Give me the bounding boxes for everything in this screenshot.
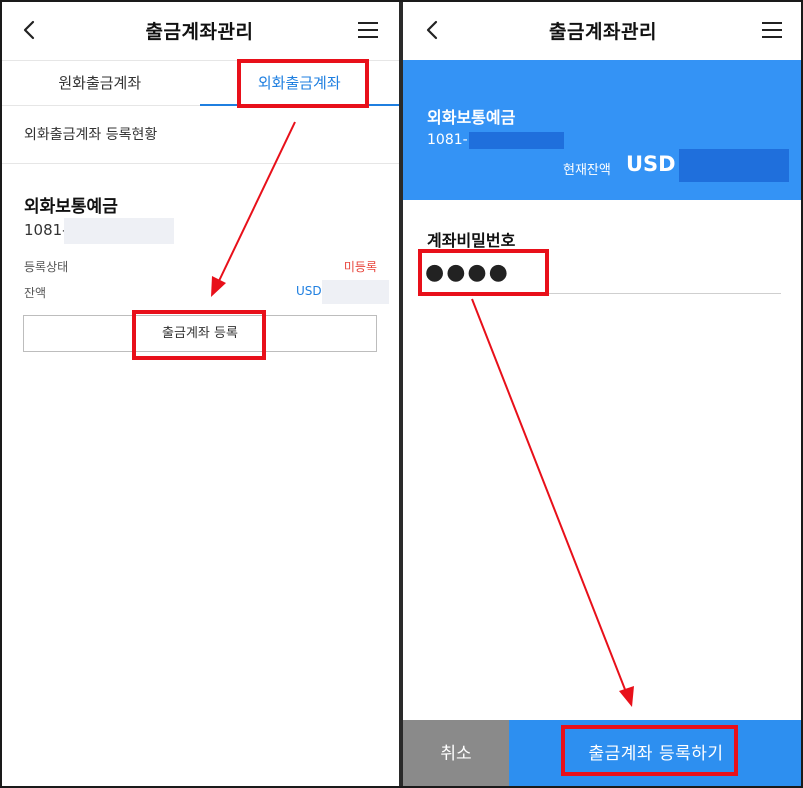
account-card: 외화보통예금 1081- 현재잔액 USD	[403, 60, 803, 200]
balance-label: 현재잔액	[563, 163, 611, 178]
balance-currency: USD	[626, 152, 676, 176]
balance-mask	[679, 149, 789, 182]
page-title: 출금계좌관리	[549, 21, 657, 43]
tab-krw-account[interactable]: 원화출금계좌	[0, 61, 200, 106]
highlight-password-field	[418, 249, 549, 296]
account-name: 외화보통예금	[24, 197, 118, 217]
right-header: 출금계좌관리	[403, 0, 803, 60]
menu-icon[interactable]	[357, 20, 379, 40]
left-screen: 출금계좌관리 원화출금계좌 외화출금계좌 외화출금계좌 등록현황 외화보통예금 …	[0, 0, 399, 788]
page-title: 출금계좌관리	[145, 21, 254, 43]
balance-mask	[322, 280, 389, 304]
balance-label: 잔액	[24, 286, 47, 300]
account-number: 1081-	[427, 132, 468, 148]
highlight-submit-button	[561, 725, 738, 776]
status-value: 미등록	[343, 260, 377, 274]
right-screen: 출금계좌관리 외화보통예금 1081- 현재잔액 USD 계좌비밀번호 취소 출…	[403, 0, 803, 788]
account-number-mask	[64, 218, 174, 244]
status-label: 등록상태	[24, 260, 69, 274]
left-header: 출금계좌관리	[0, 0, 399, 60]
section-title: 외화출금계좌 등록현황	[0, 106, 399, 164]
account-number: 1081-	[24, 221, 68, 239]
account-number-mask	[469, 132, 564, 149]
cancel-button[interactable]: 취소	[403, 720, 509, 788]
highlight-register-button	[132, 310, 266, 360]
balance-currency: USD	[296, 284, 322, 298]
password-label: 계좌비밀번호	[427, 231, 516, 250]
highlight-foreign-tab	[237, 59, 369, 108]
menu-icon[interactable]	[761, 20, 783, 40]
account-name: 외화보통예금	[427, 108, 516, 127]
screen-divider	[399, 0, 403, 788]
